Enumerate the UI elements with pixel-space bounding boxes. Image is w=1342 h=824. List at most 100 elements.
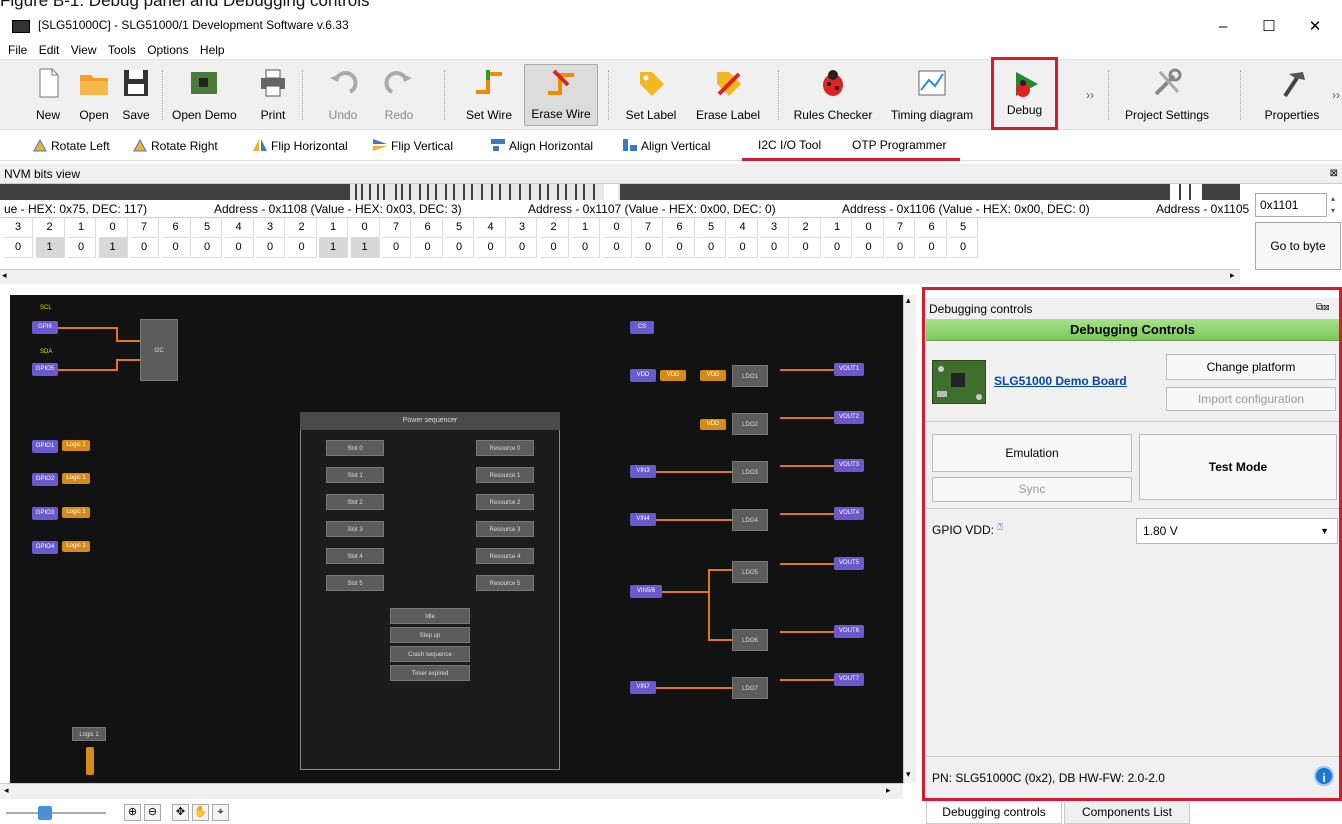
- gpio3-pin[interactable]: GPIO3: [32, 507, 58, 520]
- bit-value-cell[interactable]: 0: [161, 238, 191, 258]
- bit-value-cell[interactable]: 0: [791, 238, 821, 258]
- byte-address-input[interactable]: 0x1101: [1255, 193, 1327, 217]
- vin3-pin[interactable]: VIN3: [630, 465, 656, 478]
- bit-value-cell[interactable]: 0: [917, 238, 947, 258]
- maximize-button[interactable]: ☐: [1246, 16, 1292, 38]
- save-button[interactable]: Save: [116, 60, 156, 130]
- menu-tools[interactable]: Tools: [108, 40, 136, 60]
- bit-value-cell[interactable]: 0: [382, 238, 411, 258]
- vout3-pin[interactable]: VOUT3: [834, 459, 864, 472]
- bit-value-cell[interactable]: 0: [665, 238, 695, 258]
- close-button[interactable]: ✕: [1292, 16, 1338, 38]
- gpio5-pin[interactable]: GPIO5: [32, 363, 58, 376]
- vout4-pin[interactable]: VOUT4: [834, 507, 864, 520]
- set-wire-button[interactable]: Set Wire: [462, 60, 516, 130]
- bit-value-cell[interactable]: 1: [35, 238, 65, 258]
- timing-diagram-button[interactable]: Timing diagram: [882, 60, 982, 130]
- sequencer-state[interactable]: Step up: [390, 627, 470, 643]
- bit-value-cell[interactable]: 0: [67, 238, 96, 258]
- zoom-out-icon[interactable]: ⊖: [144, 804, 161, 821]
- scroll-right-icon[interactable]: ▸: [886, 785, 891, 796]
- open-button[interactable]: Open: [74, 60, 114, 130]
- ldo5-block[interactable]: LDO5: [732, 561, 768, 583]
- print-button[interactable]: Print: [254, 60, 292, 130]
- bit-value-cell[interactable]: 0: [130, 238, 159, 258]
- menu-view[interactable]: View: [71, 40, 97, 60]
- bit-value-cell[interactable]: 0: [476, 238, 506, 258]
- gpio4-pin[interactable]: GPIO4: [32, 541, 58, 554]
- bit-value-cell[interactable]: 0: [224, 238, 254, 258]
- set-label-button[interactable]: Set Label: [622, 60, 680, 130]
- fit-view-icon[interactable]: ✥: [172, 804, 189, 821]
- minimize-button[interactable]: –: [1200, 16, 1246, 38]
- debug-button[interactable]: Debug: [991, 57, 1058, 130]
- go-to-byte-button[interactable]: Go to byte: [1255, 222, 1341, 270]
- tab-debugging-controls[interactable]: Debugging controls: [926, 802, 1062, 824]
- vin4-pin[interactable]: VIN4: [630, 513, 656, 526]
- rotate-left-button[interactable]: Rotate Left: [32, 138, 110, 153]
- sequencer-state[interactable]: Idle: [390, 608, 470, 624]
- vin56-pin[interactable]: VIN5/6: [630, 585, 662, 598]
- redo-button[interactable]: Redo: [376, 60, 422, 130]
- canvas-horizontal-scrollbar[interactable]: ◂ ▸: [0, 783, 903, 799]
- logic-block[interactable]: Logic 1: [72, 727, 106, 741]
- bit-value-cell[interactable]: 0: [193, 238, 222, 258]
- zoom-slider-handle[interactable]: [38, 806, 52, 820]
- align-horizontal-button[interactable]: Align Horizontal: [490, 138, 593, 153]
- sequencer-resource[interactable]: Resource 4: [476, 548, 534, 564]
- bit-value-cell[interactable]: 0: [760, 238, 789, 258]
- sequencer-slot[interactable]: Slot 3: [326, 521, 384, 537]
- bit-value-cell[interactable]: 0: [823, 238, 852, 258]
- sequencer-resource[interactable]: Resource 3: [476, 521, 534, 537]
- bit-value-cell[interactable]: 0: [413, 238, 443, 258]
- vout1-pin[interactable]: VOUT1: [834, 363, 864, 376]
- pointer-icon[interactable]: ⌖: [212, 804, 229, 821]
- flip-horizontal-button[interactable]: Flip Horizontal: [252, 138, 348, 153]
- vout2-pin[interactable]: VOUT2: [834, 411, 864, 424]
- vin7-pin[interactable]: VIN7: [630, 681, 656, 694]
- bit-value-cell[interactable]: 0: [854, 238, 884, 258]
- sequencer-state[interactable]: Timer expired: [390, 665, 470, 681]
- bit-value-cell[interactable]: 1: [350, 238, 380, 258]
- erase-label-button[interactable]: Erase Label: [692, 60, 764, 130]
- open-demo-button[interactable]: Open Demo: [172, 60, 237, 130]
- menu-options[interactable]: Options: [147, 40, 188, 60]
- vout6-pin[interactable]: VOUT6: [834, 625, 864, 638]
- rules-checker-button[interactable]: Rules Checker: [790, 60, 876, 130]
- power-sequencer-block[interactable]: [300, 412, 560, 770]
- bit-value-cell[interactable]: 0: [539, 238, 569, 258]
- bit-value-cell[interactable]: 0: [508, 238, 537, 258]
- bit-value-cell[interactable]: 0: [256, 238, 285, 258]
- toolbar-overflow[interactable]: ››: [1086, 88, 1094, 102]
- zoom-in-icon[interactable]: ⊕: [124, 804, 141, 821]
- toolbar-overflow-2[interactable]: ››: [1332, 88, 1340, 102]
- bit-value-cell[interactable]: 0: [697, 238, 726, 258]
- bit-value-cell[interactable]: 0: [886, 238, 915, 258]
- cs-pin[interactable]: CS: [630, 321, 654, 334]
- ldo1-block[interactable]: LDO1: [732, 365, 768, 387]
- sequencer-resource[interactable]: Resource 2: [476, 494, 534, 510]
- pan-hand-icon[interactable]: ✋: [192, 804, 209, 821]
- sequencer-resource[interactable]: Resource 5: [476, 575, 534, 591]
- otp-programmer-button[interactable]: OTP Programmer: [852, 138, 946, 152]
- gpi6-pin[interactable]: GPI6: [32, 321, 58, 334]
- scroll-right-icon[interactable]: ▸: [1230, 270, 1235, 281]
- new-button[interactable]: New: [28, 60, 68, 130]
- bit-value-cell[interactable]: 0: [602, 238, 632, 258]
- sequencer-state[interactable]: Crash sequence: [390, 646, 470, 662]
- ldo7-block[interactable]: LDO7: [732, 677, 768, 699]
- bit-value-cell[interactable]: 1: [319, 238, 348, 258]
- sequencer-resource[interactable]: Resource 0: [476, 440, 534, 456]
- bit-value-cell[interactable]: 0: [4, 238, 33, 258]
- vout5-pin[interactable]: VOUT5: [834, 557, 864, 570]
- menu-help[interactable]: Help: [200, 40, 225, 60]
- bit-value-cell[interactable]: 0: [634, 238, 663, 258]
- bit-value-cell[interactable]: 0: [949, 238, 978, 258]
- scroll-left-icon[interactable]: ◂: [4, 785, 9, 796]
- close-icon[interactable]: ⊠: [1330, 164, 1338, 184]
- ldo2-block[interactable]: LDO2: [732, 413, 768, 435]
- canvas-vertical-scrollbar[interactable]: ▴ ▾: [903, 295, 916, 783]
- address-spinner-icon[interactable]: ▴ ▾: [1331, 193, 1341, 217]
- align-vertical-button[interactable]: Align Vertical: [622, 138, 710, 153]
- ldo4-block[interactable]: LDO4: [732, 509, 768, 531]
